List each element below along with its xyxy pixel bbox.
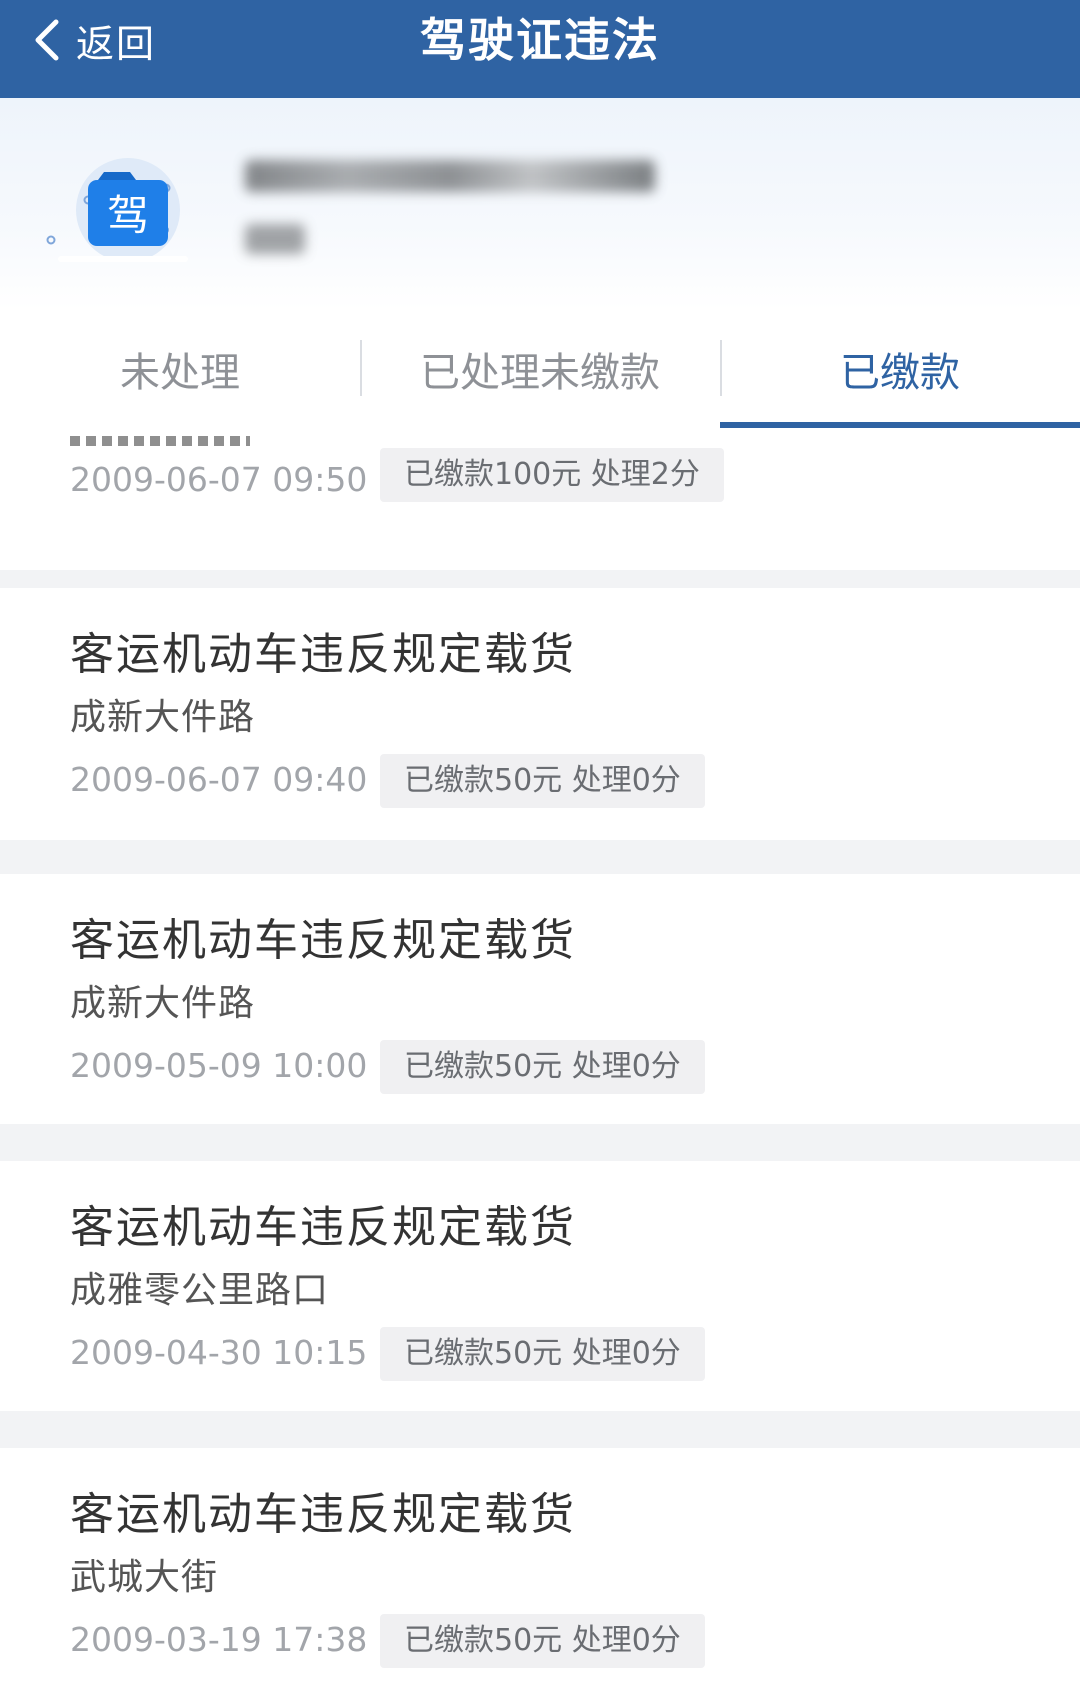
licence-card: 驾 xyxy=(0,98,1080,310)
record-location: 成雅零公里路口 xyxy=(70,1270,330,1311)
status-badge: 已缴款50元 处理0分 xyxy=(380,754,705,808)
record-time: 2009-03-19 17:38 xyxy=(70,1620,368,1659)
record-time: 2009-05-09 10:00 xyxy=(70,1046,368,1085)
list-item[interactable]: 客运机动车违反规定载货 成新大件路 2009-05-09 10:00 已缴款50… xyxy=(0,874,1080,1124)
list-item[interactable]: 客运机动车违反规定载货 成雅零公里路口 2009-04-30 10:15 已缴款… xyxy=(0,1161,1080,1411)
record-title: 客运机动车违反规定载货 xyxy=(70,915,576,966)
record-title: 客运机动车违反规定载货 xyxy=(70,1202,576,1253)
status-badge: 已缴款100元 处理2分 xyxy=(380,448,724,502)
list-item[interactable]: 客运机动车违反规定载货 武城大街 2009-03-19 17:38 已缴款50元… xyxy=(0,1448,1080,1692)
licence-name-redacted xyxy=(245,224,305,254)
licence-icon-text: 驾 xyxy=(107,191,149,240)
page-title: 驾驶证违法 xyxy=(420,13,660,67)
violation-list: 2009-06-07 09:50 已缴款100元 处理2分 客运机动车违反规定载… xyxy=(0,428,1080,1692)
list-item[interactable]: 客运机动车违反规定载货 成新大件路 2009-06-07 09:40 已缴款50… xyxy=(0,588,1080,840)
status-badge: 已缴款50元 处理0分 xyxy=(380,1614,705,1668)
status-badge: 已缴款50元 处理0分 xyxy=(380,1040,705,1094)
record-time: 2009-06-07 09:40 xyxy=(70,760,368,799)
driving-licence-icon: 驾 xyxy=(46,158,188,262)
cut-off-location xyxy=(70,436,250,446)
list-item[interactable]: 2009-06-07 09:50 已缴款100元 处理2分 xyxy=(0,428,1080,570)
top-bar: 返回 驾驶证违法 xyxy=(0,0,1080,98)
record-title: 客运机动车违反规定载货 xyxy=(70,629,576,680)
status-tabs: 未处理 已处理未缴款 已缴款 xyxy=(0,310,1080,428)
record-location: 武城大街 xyxy=(70,1557,219,1598)
record-title: 客运机动车违反规定载货 xyxy=(70,1489,576,1540)
record-location: 成新大件路 xyxy=(70,697,256,738)
record-time: 2009-04-30 10:15 xyxy=(70,1333,368,1372)
tab-unprocessed[interactable]: 未处理 xyxy=(0,310,360,428)
tab-paid[interactable]: 已缴款 xyxy=(720,310,1080,428)
tab-processed-unpaid[interactable]: 已处理未缴款 xyxy=(360,310,720,428)
record-location: 成新大件路 xyxy=(70,983,256,1024)
status-badge: 已缴款50元 处理0分 xyxy=(380,1327,705,1381)
licence-number-redacted xyxy=(245,160,655,192)
record-time: 2009-06-07 09:50 xyxy=(70,460,368,499)
